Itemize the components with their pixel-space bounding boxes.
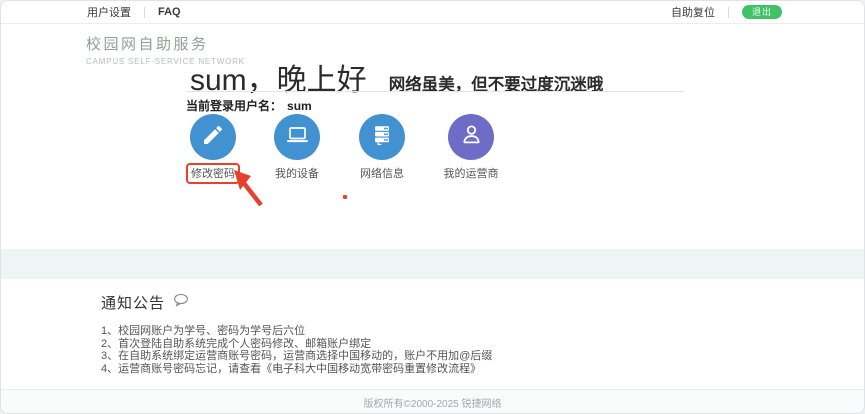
annotation-red-dot: [343, 195, 347, 199]
topbar: 用户设置 FAQ 自助复位 退出: [1, 1, 864, 24]
copyright-text: 版权所有©2000-2025 锐捷网络: [364, 395, 502, 410]
user-settings-link[interactable]: 用户设置: [87, 4, 131, 20]
laptop-icon: [285, 123, 310, 152]
greeting-text: sum，晚上好: [190, 64, 367, 97]
my-devices-circle[interactable]: [274, 114, 320, 160]
current-user-value: sum: [287, 99, 312, 113]
current-user-label: 当前登录用户名：: [186, 99, 282, 113]
notice-item: 2、首次登陆自助系统完成个人密码修改、邮箱账户绑定: [101, 338, 492, 351]
topbar-right-group: 自助复位 退出: [671, 4, 782, 20]
hero-divider: [186, 91, 684, 92]
pencil-icon: [201, 123, 225, 152]
network-info-circle[interactable]: [359, 114, 405, 160]
notice-item: 3、在自助系统绑定运营商账号密码，运营商选择中国移动的，账户不用加@后缀: [101, 350, 492, 363]
faq-link[interactable]: FAQ: [158, 6, 181, 18]
annotation-arrow-icon: [227, 165, 269, 209]
action-network-info[interactable]: 网络信息: [332, 114, 432, 182]
notice-item: 4、运营商账号密码忘记，请查看《电子科大中国移动宽带密码重置修改流程》: [101, 363, 492, 376]
notices-header: 通知公告: [101, 291, 189, 313]
notices-title: 通知公告: [101, 292, 165, 313]
notices-section: 通知公告 1、校园网账户为学号、密码为学号后六位 2、首次登陆自助系统完成个人密…: [1, 279, 864, 389]
hero-section: 校园网自助服务 CAMPUS SELF-SERVICE NETWORK sum，…: [1, 25, 864, 249]
speech-bubble-icon: [173, 293, 189, 313]
greeting-row: sum，晚上好网络虽美，但不要过度沉迷哦: [190, 55, 603, 99]
action-label-my-carrier: 我的运营商: [444, 165, 499, 181]
notice-list: 1、校园网账户为学号、密码为学号后六位 2、首次登陆自助系统完成个人密码修改、邮…: [101, 325, 492, 375]
footer: 版权所有©2000-2025 锐捷网络: [1, 389, 864, 414]
action-label-network-info: 网络信息: [360, 165, 404, 181]
action-my-carrier[interactable]: 我的运营商: [421, 114, 521, 182]
current-user: 当前登录用户名： sum: [186, 97, 312, 114]
app-window: 用户设置 FAQ 自助复位 退出 校园网自助服务 CAMPUS SELF-SER…: [0, 0, 865, 414]
my-carrier-circle[interactable]: [448, 114, 494, 160]
logout-button[interactable]: 退出: [742, 5, 782, 19]
topbar-left-group: 用户设置 FAQ: [87, 4, 181, 20]
section-separator-band: [1, 249, 864, 279]
server-icon: [370, 123, 394, 152]
topbar-divider: [728, 7, 729, 18]
topbar-divider: [144, 7, 145, 18]
notice-item: 1、校园网账户为学号、密码为学号后六位: [101, 325, 492, 338]
action-label-my-devices: 我的设备: [275, 165, 319, 181]
change-password-circle[interactable]: [190, 114, 236, 160]
self-reset-link[interactable]: 自助复位: [671, 4, 715, 20]
user-icon: [459, 122, 484, 152]
brand-title: 校园网自助服务: [86, 33, 245, 54]
